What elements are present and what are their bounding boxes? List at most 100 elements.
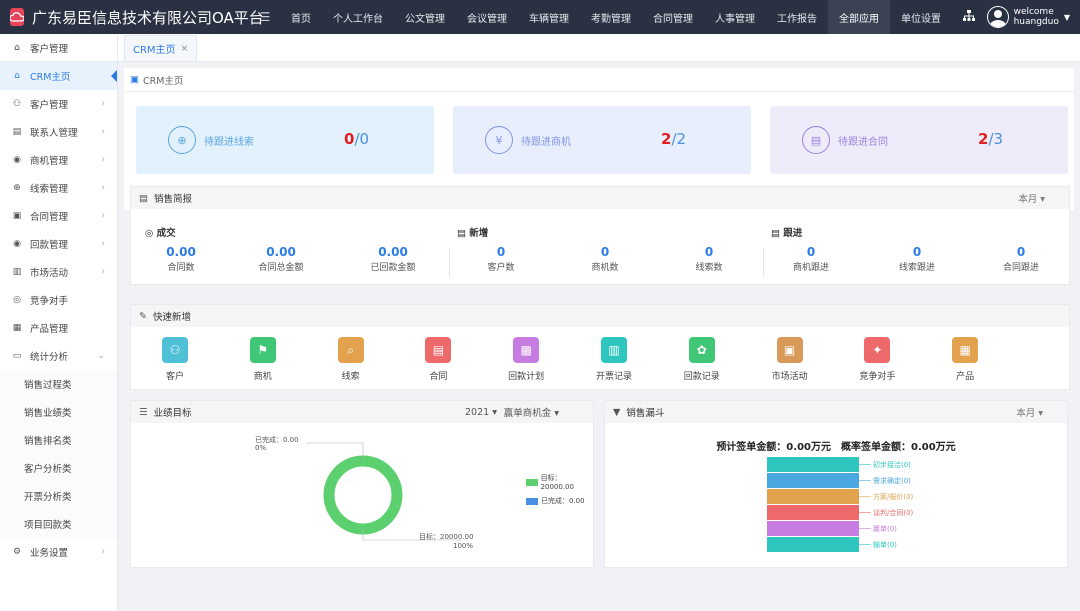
sidebar-subitem-1[interactable]: 销售业绩类 <box>0 398 117 426</box>
sidebar-item-contact[interactable]: ▤ 联系人管理 › <box>0 118 117 146</box>
metric-2[interactable]: 0.00 已回款金额 <box>353 245 433 273</box>
sidebar-header[interactable]: ⌂ 客户管理 <box>0 34 117 62</box>
welcome-text: welcome <box>1013 7 1054 17</box>
period-select[interactable]: 本月 ▾ <box>1018 191 1045 205</box>
user-icon: ⚇ <box>162 337 188 363</box>
nav-item-1[interactable]: 个人工作台 <box>322 0 394 34</box>
sidebar-item-customer[interactable]: ⚇ 客户管理 › <box>0 90 117 118</box>
sidebar-item-home[interactable]: ⌂ CRM主页 <box>0 62 117 90</box>
metric-1[interactable]: 0.00 合同总金额 <box>241 245 321 273</box>
sidebar-item-label: CRM主页 <box>30 72 71 83</box>
quick-add-competitor[interactable]: ✦ 竞争对手 <box>857 337 897 382</box>
metric-value: 0 <box>600 245 610 259</box>
sidebar-item-opportunity[interactable]: ◉ 商机管理 › <box>0 146 117 174</box>
nav-item-2[interactable]: 公文管理 <box>394 0 456 34</box>
metric-8[interactable]: 0 合同跟进 <box>981 245 1061 273</box>
period-select[interactable]: 本月 ▾ <box>1016 405 1043 419</box>
menu-toggle-icon[interactable]: ☰ <box>256 10 274 24</box>
sidebar-subitem-2[interactable]: 销售排名类 <box>0 426 117 454</box>
quick-add-invoice[interactable]: ▥ 开票记录 <box>594 337 634 382</box>
nav-item-9[interactable]: 全部应用 <box>828 0 890 34</box>
panel-title: 销售简报 <box>153 194 192 205</box>
sidebar-item-product[interactable]: ▦ 产品管理 <box>0 314 117 342</box>
sidebar-item-payment[interactable]: ◉ 回款管理 › <box>0 230 117 258</box>
stat-card-opportunity[interactable]: ¥ 待跟进商机 2/2 <box>453 106 751 174</box>
funnel-bar-0[interactable] <box>767 457 859 472</box>
user-menu[interactable]: welcome huangduo <box>1014 7 1059 27</box>
sidebar-item-competitor[interactable]: ◎ 竞争对手 <box>0 286 117 314</box>
year-select[interactable]: 2021 ▾ <box>465 407 497 418</box>
sidebar-item-stats[interactable]: ▭ 统计分析 ⌄ <box>0 342 117 370</box>
legend-item-target[interactable]: 目标：20000.00 <box>526 473 593 491</box>
metric-6[interactable]: 0 商机跟进 <box>771 245 851 273</box>
app-logo[interactable]: 广东易臣信息技术有限公司OA平台 <box>0 7 264 28</box>
metric-label: 已回款金额 <box>370 263 416 273</box>
stat-value: 2/2 <box>661 130 687 148</box>
quick-add-plan[interactable]: ▩ 回款计划 <box>506 337 546 382</box>
metric-label: 线索跟进 <box>898 263 935 273</box>
quick-add-product[interactable]: ▦ 产品 <box>945 337 985 382</box>
metric-value: 0.00 <box>378 245 408 259</box>
nav-item-6[interactable]: 合同管理 <box>642 0 704 34</box>
org-chart-icon[interactable] <box>961 9 977 25</box>
nav-item-4[interactable]: 车辆管理 <box>518 0 580 34</box>
tab-crm-home[interactable]: CRM主页 × <box>124 35 198 61</box>
sidebar-subitem-3[interactable]: 客户分析类 <box>0 454 117 482</box>
activity-icon: ▣ <box>776 337 803 363</box>
quick-add-activity[interactable]: ▣ 市场活动 <box>770 337 810 382</box>
quick-add-user[interactable]: ⚇ 客户 <box>155 337 195 382</box>
nav-item-3[interactable]: 会议管理 <box>456 0 518 34</box>
nav-item-7[interactable]: 人事管理 <box>704 0 766 34</box>
sidebar-item-label: 竞争对手 <box>30 296 69 307</box>
quick-add-contract[interactable]: ▤ 合同 <box>418 337 458 382</box>
quick-add-label: 合同 <box>429 372 448 382</box>
payment-icon: ◉ <box>13 239 21 249</box>
sidebar-item-clue[interactable]: ⊕ 线索管理 › <box>0 174 117 202</box>
quick-add-receipt[interactable]: ✿ 回款记录 <box>682 337 722 382</box>
sidebar-subitem-4[interactable]: 开票分析类 <box>0 482 117 510</box>
stat-label: 待跟进商机 <box>521 136 571 148</box>
metric-7[interactable]: 0 线索跟进 <box>877 245 957 273</box>
nav-item-5[interactable]: 考勤管理 <box>580 0 642 34</box>
sidebar-item-label: 线索管理 <box>30 184 69 195</box>
funnel-bar-4[interactable] <box>767 521 859 536</box>
cloud-logo-icon <box>10 8 24 26</box>
funnel-stage-label: 谈判/合同(0) <box>873 508 914 517</box>
close-icon[interactable]: × <box>181 44 189 54</box>
funnel-bar-1[interactable] <box>767 473 859 488</box>
metric-value: 0.00 <box>266 245 296 259</box>
funnel-stage-label: 赢单(0) <box>873 524 897 533</box>
callout-done-pct: 0% <box>255 444 266 452</box>
sidebar-subitem-0[interactable]: 销售过程类 <box>0 370 117 398</box>
avatar[interactable] <box>986 6 1009 28</box>
metric-5[interactable]: 0 线索数 <box>669 245 749 273</box>
nav-item-0[interactable]: 首页 <box>280 0 322 34</box>
metric-select[interactable]: 赢单商机金 ▾ <box>504 405 559 419</box>
metric-0[interactable]: 0.00 合同数 <box>141 245 221 273</box>
sidebar-item-market[interactable]: ▥ 市场活动 › <box>0 258 117 286</box>
stat-card-clue[interactable]: ⊕ 待跟进线索 0/0 <box>136 106 434 174</box>
sidebar-subitem-5[interactable]: 项目回款类 <box>0 510 117 538</box>
funnel-bar-5[interactable] <box>767 537 859 552</box>
nav-item-8[interactable]: 工作报告 <box>766 0 828 34</box>
metric-3[interactable]: 0 客户数 <box>461 245 541 273</box>
edit-icon: ✎ <box>139 310 147 322</box>
main-content: ▣ CRM主页 ⊕ 待跟进线索 0/0 ¥ 待跟进商机 2/2 ▤ 待跟进合同 2/3 ▤ 销售… <box>124 68 1074 611</box>
nav-item-10[interactable]: 单位设置 <box>890 0 952 34</box>
quick-add-label: 竞争对手 <box>859 372 896 382</box>
sidebar-item-contract[interactable]: ▣ 合同管理 › <box>0 202 117 230</box>
funnel-bar-2[interactable] <box>767 489 859 504</box>
main-nav: 首页 个人工作台 公文管理 会议管理 车辆管理 考勤管理 合同管理 人事管理 工作报告 全部应用单… <box>280 0 952 34</box>
sidebar-item-label: 回款管理 <box>30 240 69 251</box>
clue-icon: ⊕ <box>168 126 196 154</box>
funnel-bar-3[interactable] <box>767 505 859 520</box>
quick-add-clue[interactable]: ⌕ 线索 <box>331 337 371 382</box>
sidebar-item-business-settings[interactable]: ⚙ 业务设置 › <box>0 538 117 566</box>
stat-card-contract[interactable]: ▤ 待跟进合同 2/3 <box>770 106 1068 174</box>
metric-4[interactable]: 0 商机数 <box>565 245 645 273</box>
legend-item-done[interactable]: 已完成：0.00 <box>526 496 593 506</box>
caret-down-icon[interactable]: ▼ <box>1064 13 1070 22</box>
quick-add-opportunity[interactable]: ⚑ 商机 <box>243 337 283 382</box>
sales-funnel-panel: ▼ 销售漏斗 本月 ▾ 预计签单金额：0.00万元 概率签单金额：0.00万元 … <box>604 400 1068 568</box>
divider <box>449 249 450 277</box>
